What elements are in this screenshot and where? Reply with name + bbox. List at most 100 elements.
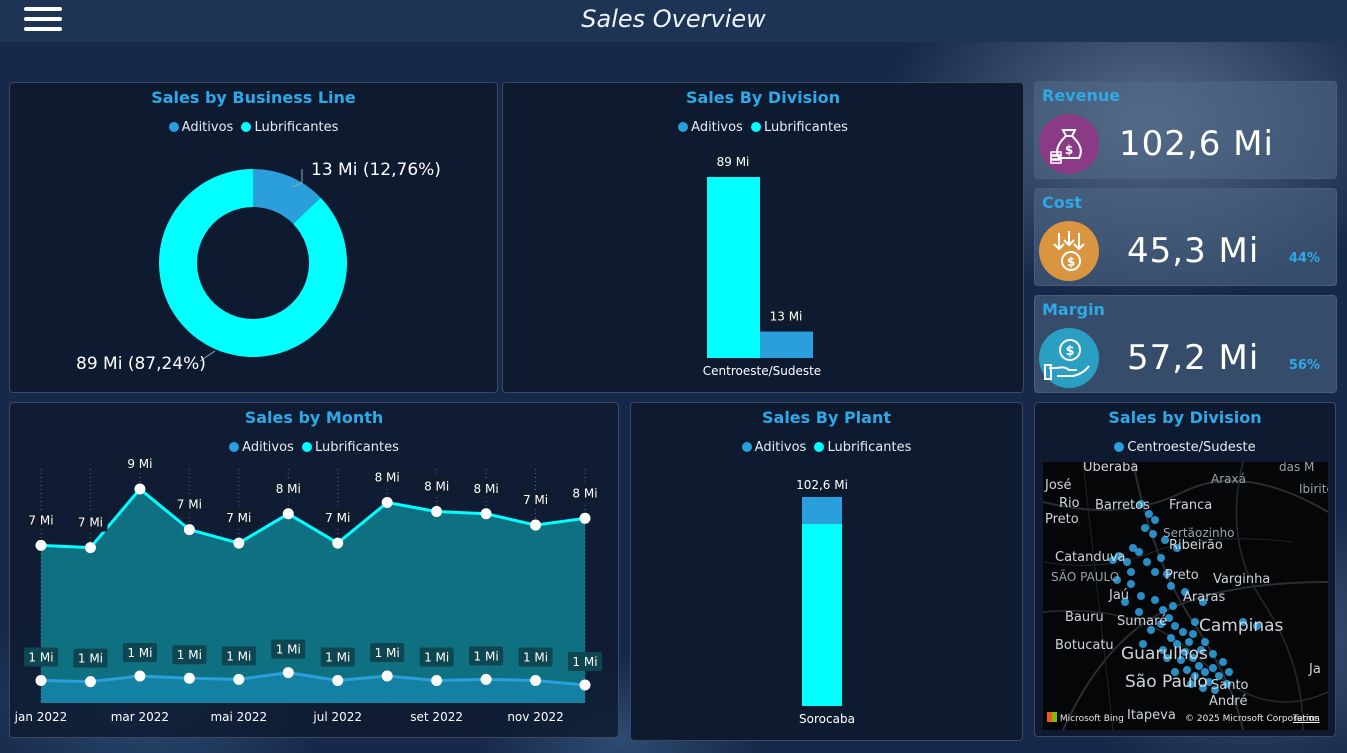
map-bubble[interactable] [1189, 630, 1197, 638]
bar-aditivos[interactable] [760, 331, 813, 358]
point-lubrificantes[interactable] [530, 519, 542, 531]
data-label-aditivos: 13 Mi [770, 310, 803, 324]
map-bubble[interactable] [1149, 530, 1157, 538]
map-place-label: Guarulhos [1121, 644, 1208, 664]
map-place-label: SÃO PAULO [1051, 570, 1120, 584]
chart-legend: Centroeste/Sudeste [1035, 440, 1335, 455]
month-area-chart: 7 Mi 7 Mi 9 Mi 7 Mi 7 Mi 8 Mi 7 Mi 8 Mi 8 Mi 8 Mi… [14, 454, 602, 724]
point-aditivos[interactable] [183, 672, 195, 684]
map-place-label: Catanduva [1055, 550, 1126, 565]
bar-lubrificantes[interactable] [802, 523, 842, 706]
map-view[interactable]: Uberaba das M Araxá José Ibirité Rio Barretos F… [1043, 462, 1328, 730]
map-bubble[interactable] [1219, 658, 1227, 666]
point-aditivos[interactable] [530, 674, 542, 686]
legend-label-centroeste: Centroeste/Sudeste [1127, 440, 1256, 455]
data-label-lubrificantes: 8 Mi [572, 486, 597, 500]
map-bubble[interactable] [1209, 650, 1217, 658]
map-bubble[interactable] [1151, 568, 1159, 576]
data-label-lubrificantes: 9 Mi [127, 457, 152, 471]
map-place-label: Franca [1169, 498, 1213, 513]
x-tick-label: mai 2022 [210, 710, 267, 724]
data-label-lubrificantes: 8 Mi [474, 482, 499, 496]
point-lubrificantes[interactable] [579, 512, 591, 524]
point-aditivos[interactable] [134, 670, 146, 682]
x-tick-label: mar 2022 [111, 710, 169, 724]
map-place-label: São Paulo [1125, 672, 1208, 692]
point-lubrificantes[interactable] [35, 539, 47, 551]
point-lubrificantes[interactable] [480, 508, 492, 520]
x-tick-label: Centroeste/Sudeste [703, 364, 821, 378]
top-bar: Sales Overview [0, 0, 1347, 42]
panel-sales-by-division-map: Sales by Division Centroeste/Sudeste Ube… [1034, 402, 1336, 737]
kpi-cost: Cost $ 45,3 Mi 44% [1034, 188, 1337, 286]
data-label-lubrificantes: 7 Mi [325, 511, 350, 525]
map-bubble[interactable] [1143, 558, 1151, 566]
map-bubble[interactable] [1167, 582, 1175, 590]
map-place-label: José [1045, 478, 1072, 493]
point-lubrificantes[interactable] [381, 497, 393, 509]
point-lubrificantes[interactable] [332, 537, 344, 549]
donut-chart: 13 Mi (12,76%) 89 Mi (87,24%) [76, 160, 441, 374]
map-bubble[interactable] [1151, 596, 1159, 604]
x-tick-label: set 2022 [410, 710, 463, 724]
map-bubble[interactable] [1169, 602, 1177, 610]
point-aditivos[interactable] [282, 667, 294, 679]
data-label-lubrificantes: 8 Mi [276, 482, 301, 496]
kpi-title: Revenue [1042, 86, 1121, 105]
data-label-aditivos: 1 Mi [375, 646, 400, 660]
map-bubble[interactable] [1141, 524, 1149, 532]
bar-lubrificantes[interactable] [707, 177, 760, 358]
point-lubrificantes[interactable] [134, 483, 146, 495]
point-aditivos[interactable] [233, 673, 245, 685]
map-place-label: Itapeva [1127, 708, 1176, 723]
map-place-label: Preto [1045, 512, 1079, 527]
kpi-value: 102,6 Mi [1119, 124, 1274, 164]
data-label-aditivos: 1 Mi [226, 649, 251, 663]
data-label-lubrificantes: 89 Mi [717, 155, 750, 169]
data-label-aditivos: 1 Mi [127, 646, 152, 660]
map-terms-link[interactable]: Terms [1293, 714, 1320, 724]
map-bubble[interactable] [1159, 606, 1167, 614]
point-lubrificantes[interactable] [282, 508, 294, 520]
chart-title: Sales by Division [1108, 408, 1262, 427]
plant-bar-chart: 102,6 Mi Sorocaba [796, 478, 855, 726]
map-place-label: Campinas [1199, 616, 1284, 636]
data-label-aditivos: 1 Mi [276, 643, 301, 657]
map-bubble[interactable] [1167, 634, 1175, 642]
point-lubrificantes[interactable] [183, 524, 195, 536]
point-aditivos[interactable] [332, 674, 344, 686]
map-bubble[interactable] [1191, 618, 1199, 626]
map-bubble[interactable] [1127, 568, 1135, 576]
map-bubble[interactable] [1151, 516, 1159, 524]
point-aditivos[interactable] [579, 679, 591, 691]
map-place-label: Botucatu [1055, 638, 1114, 653]
x-tick-label: nov 2022 [507, 710, 563, 724]
map-bubble[interactable] [1137, 592, 1145, 600]
x-tick-label: jan 2022 [14, 710, 68, 724]
panel-sales-by-division-bar: Sales By Division Aditivos Lubrificantes… [502, 82, 1024, 393]
point-aditivos[interactable] [381, 670, 393, 682]
point-lubrificantes[interactable] [233, 537, 245, 549]
svg-text:$: $ [1065, 143, 1073, 157]
map-place-label: Jaú [1109, 588, 1130, 603]
map-bubble[interactable] [1171, 622, 1179, 630]
point-aditivos[interactable] [431, 674, 443, 686]
map-bubble[interactable] [1157, 554, 1165, 562]
map-bubble[interactable] [1127, 580, 1135, 588]
map-bubble[interactable] [1225, 668, 1233, 676]
data-label-lubrificantes: 7 Mi [78, 516, 103, 530]
map-place-label: Varginha [1213, 572, 1271, 587]
kpi-value: 57,2 Mi [1127, 338, 1260, 378]
point-aditivos[interactable] [480, 673, 492, 685]
point-lubrificantes[interactable] [431, 506, 443, 518]
point-lubrificantes[interactable] [84, 542, 96, 554]
map-bubble[interactable] [1135, 548, 1143, 556]
map-bubble[interactable] [1209, 664, 1217, 672]
hand-coin-icon: $ [1039, 328, 1099, 388]
map-bubble[interactable] [1179, 628, 1187, 636]
data-label-aditivos: 1 Mi [474, 649, 499, 663]
point-aditivos[interactable] [84, 676, 96, 688]
bar-aditivos[interactable] [802, 497, 842, 524]
windows-logo-icon [1047, 712, 1057, 722]
point-aditivos[interactable] [35, 674, 47, 686]
